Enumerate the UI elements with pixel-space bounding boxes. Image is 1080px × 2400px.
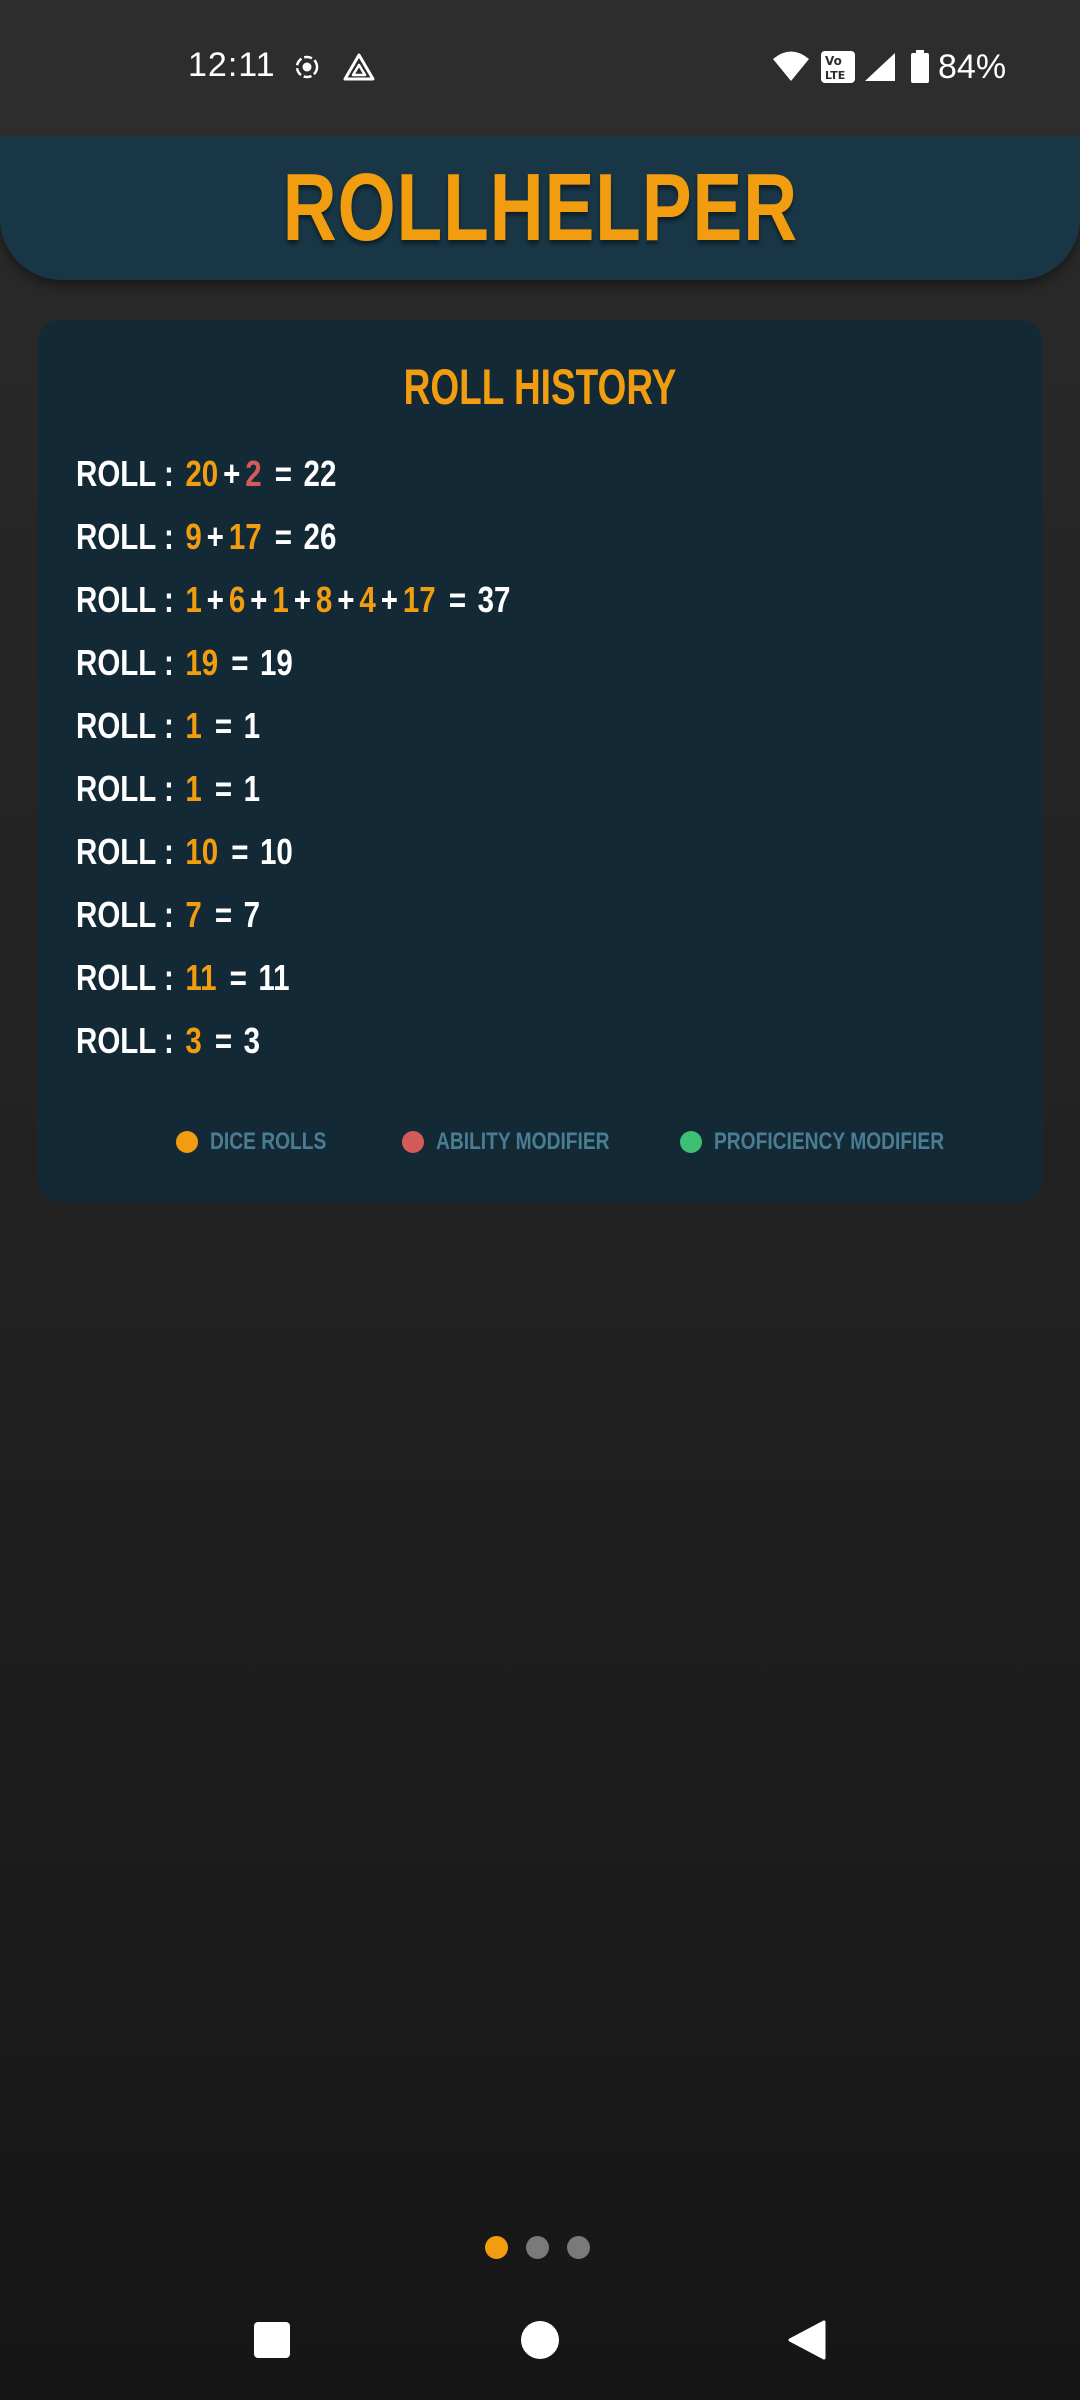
roll-label: ROLL : (76, 704, 174, 746)
legend-label: PROFICIENCY MODIFIER (714, 1128, 945, 1155)
legend-label: ABILITY MODIFIER (436, 1128, 610, 1155)
dice-roll-value: 1 (272, 578, 289, 620)
equals-sign: = (231, 641, 249, 683)
dice-roll-value: 1 (185, 578, 202, 620)
dice-roll-value: 8 (315, 578, 333, 620)
roll-total: 1 (243, 767, 261, 809)
dice-roll-value: 9 (185, 515, 202, 557)
roll-label: ROLL : (76, 578, 174, 620)
roll-total: 19 (260, 641, 293, 683)
plus-sign: + (206, 578, 224, 620)
legend-proficiency-modifier: PROFICIENCY MODIFIER (680, 1128, 1002, 1156)
ability-modifier-value: 2 (245, 452, 262, 494)
roll-row: ROLL :1 = 1 (76, 757, 814, 820)
back-button[interactable] (786, 2320, 826, 2365)
app-header: ROLLHELPER (0, 136, 1080, 280)
equals-sign: = (229, 956, 247, 998)
equals-sign: = (214, 704, 233, 746)
roll-total: 3 (243, 1019, 261, 1061)
plus-sign: + (223, 452, 241, 494)
legend-label: DICE ROLLS (210, 1128, 327, 1155)
dice-roll-value: 17 (228, 515, 262, 557)
legend-ability-modifier: ABILITY MODIFIER (402, 1128, 653, 1156)
roll-list: ROLL :20 +2 = 22 ROLL :9 +17 = 26 ROLL :1 +6 +1 +8 +… (76, 442, 976, 1072)
signal-icon (864, 52, 896, 87)
equals-sign: = (274, 452, 293, 494)
dice-roll-value: 10 (185, 830, 219, 872)
roll-total: 26 (303, 515, 337, 557)
svg-text:Vo: Vo (825, 54, 842, 68)
page-dot-1[interactable] (485, 2236, 508, 2259)
roll-label: ROLL : (76, 452, 174, 494)
legend-dice-rolls: DICE ROLLS (176, 1128, 355, 1156)
battery-icon (910, 50, 930, 89)
plus-sign: + (206, 515, 224, 557)
equals-sign: = (274, 515, 293, 557)
equals-sign: = (214, 1019, 233, 1061)
roll-row: ROLL : 19 = 19 (76, 631, 814, 694)
proficiency-modifier-dot-icon (680, 1131, 702, 1153)
roll-total: 37 (477, 578, 511, 620)
status-bar: 12:11 Vo LTE 84% (0, 0, 1080, 136)
plus-sign: + (250, 578, 268, 620)
volte-icon: Vo LTE (820, 50, 856, 89)
roll-label: ROLL : (76, 830, 174, 872)
dice-roll-value: 19 (185, 641, 219, 683)
ability-modifier-dot-icon (402, 1131, 424, 1153)
recents-button[interactable] (254, 2322, 290, 2363)
roll-label: ROLL : (76, 767, 174, 809)
equals-sign: = (214, 767, 233, 809)
drive-icon (342, 52, 376, 87)
roll-history-card[interactable]: ROLL HISTORY ROLL :20 +2 = 22 ROLL :9 +17 = 26 R… (38, 320, 1042, 1202)
dice-roll-value: 20 (185, 452, 219, 494)
equals-sign: = (448, 578, 467, 620)
equals-sign: = (231, 830, 249, 872)
roll-row: ROLL :1 +6 +1 +8 +4 +17 = 37 (76, 568, 814, 631)
roll-total: 22 (303, 452, 337, 494)
dice-roll-value: 1 (185, 767, 202, 809)
roll-row: ROLL :1 = 1 (76, 694, 814, 757)
roll-row: ROLL : 11 = 11 (76, 946, 814, 1009)
roll-label: ROLL : (76, 515, 174, 557)
roll-row: ROLL : 10 = 10 (76, 820, 814, 883)
roll-label: ROLL : (76, 641, 174, 683)
dice-roll-value: 17 (402, 578, 436, 620)
dice-rolls-dot-icon (176, 1131, 198, 1153)
roll-row: ROLL :7 = 7 (76, 883, 814, 946)
dice-roll-value: 11 (185, 956, 217, 998)
dice-roll-value: 1 (185, 704, 202, 746)
roll-total: 1 (243, 704, 261, 746)
plus-sign: + (380, 578, 398, 620)
roll-row: ROLL : 20 +2 = 22 (76, 442, 814, 505)
svg-text:LTE: LTE (825, 69, 845, 82)
navigation-bar (0, 2290, 1080, 2400)
roll-label: ROLL : (76, 893, 174, 935)
dice-roll-value: 6 (228, 578, 246, 620)
roll-total: 10 (260, 830, 293, 872)
roll-row: ROLL : 9 +17 = 26 (76, 505, 814, 568)
legend: DICE ROLLS ABILITY MODIFIER PROFICIENCY … (38, 1128, 1042, 1168)
dice-roll-value: 3 (185, 1019, 202, 1061)
record-icon (294, 54, 320, 85)
roll-row: ROLL :3 = 3 (76, 1009, 814, 1072)
app-title: ROLLHELPER (282, 154, 798, 261)
plus-sign: + (337, 578, 355, 620)
wifi-icon (772, 50, 810, 87)
dice-roll-value: 4 (359, 578, 376, 620)
status-time: 12:11 (188, 46, 276, 84)
roll-label: ROLL : (76, 956, 174, 998)
roll-total: 11 (258, 956, 290, 998)
plus-sign: + (293, 578, 311, 620)
roll-total: 7 (243, 893, 261, 935)
roll-label: ROLL : (76, 1019, 174, 1061)
page-indicator (485, 2236, 595, 2266)
equals-sign: = (214, 893, 233, 935)
page-dot-3[interactable] (567, 2236, 590, 2259)
roll-history-title: ROLL HISTORY (403, 359, 677, 415)
battery-level: 84% (938, 48, 1007, 86)
home-button[interactable] (520, 2320, 560, 2365)
page-dot-2[interactable] (526, 2236, 549, 2259)
dice-roll-value: 7 (185, 893, 202, 935)
